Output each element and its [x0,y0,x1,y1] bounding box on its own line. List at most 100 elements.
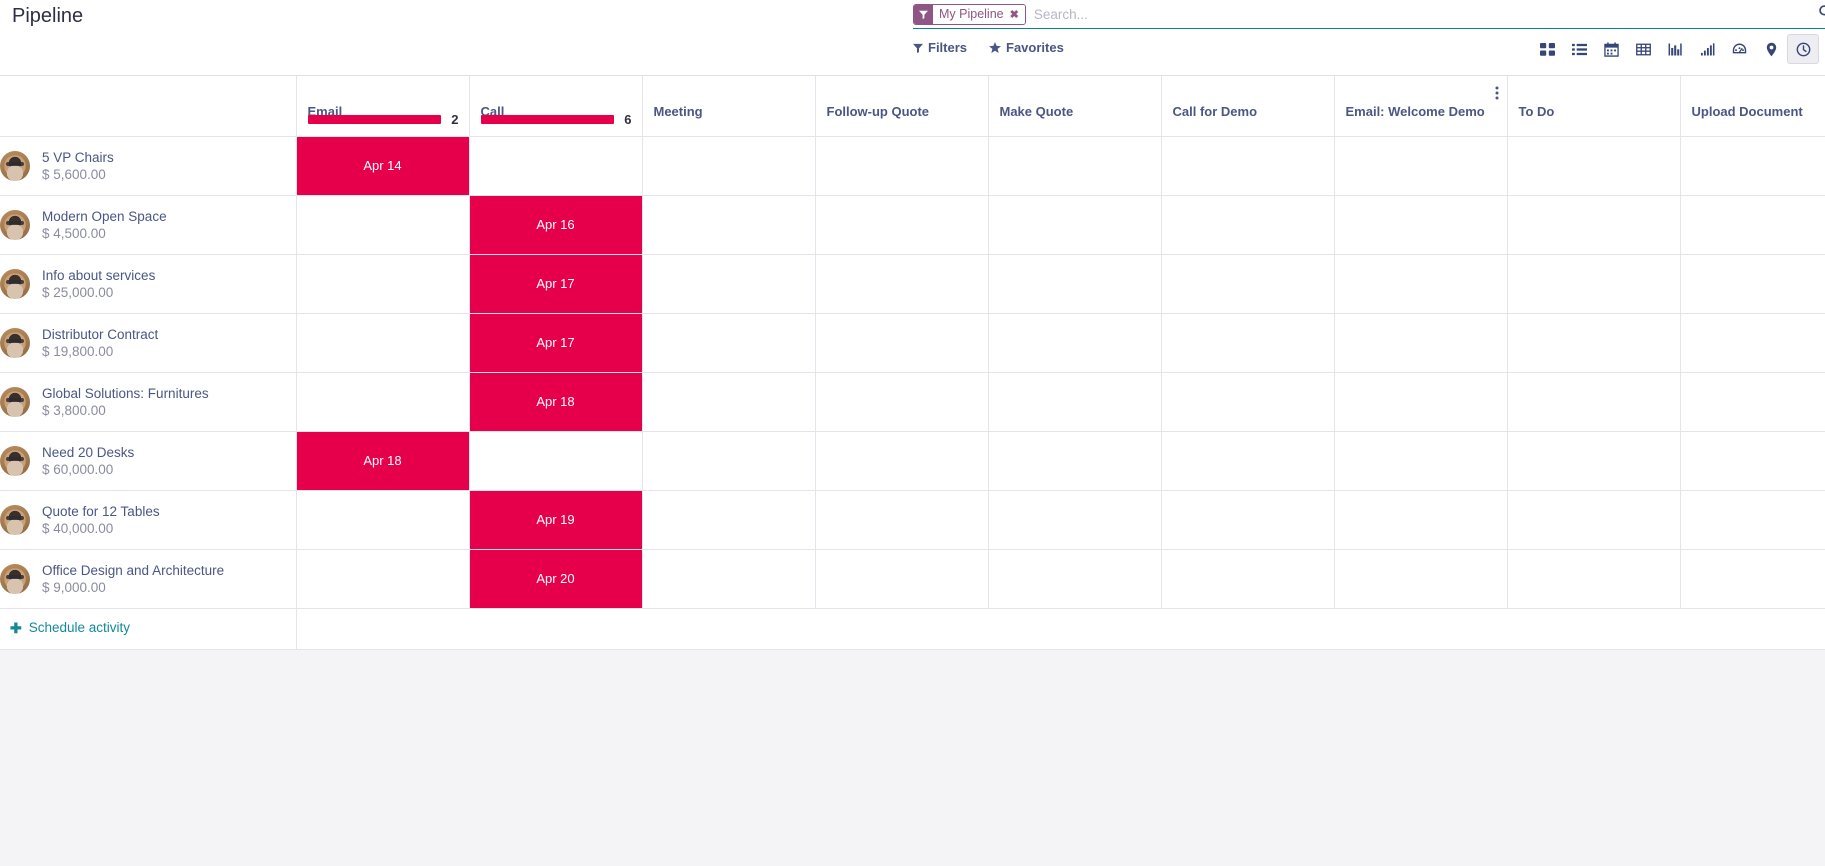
schedule-activity-button[interactable]: ✚ Schedule activity [0,620,130,635]
activity-cell-empty[interactable] [1333,489,1508,550]
activity-cell-scheduled[interactable]: Apr 19 [468,489,643,550]
activity-cell-empty[interactable] [468,430,643,491]
activity-cell-empty[interactable] [641,489,816,550]
activity-cell-empty[interactable] [1160,430,1335,491]
activity-cell-empty[interactable] [814,430,989,491]
activity-cell-empty[interactable] [1506,253,1681,314]
activity-cell-empty[interactable] [1333,194,1508,255]
activity-cell-empty[interactable] [1506,430,1681,491]
activity-cell-empty[interactable] [641,548,816,609]
activity-cell-empty[interactable] [987,548,1162,609]
activity-cell-empty[interactable] [814,312,989,373]
view-button-dashboard[interactable] [1723,34,1755,64]
activity-cell-empty[interactable] [295,548,470,609]
activity-cell-empty[interactable] [641,430,816,491]
activity-cell-empty[interactable] [1506,548,1681,609]
activity-cell-empty[interactable] [641,371,816,432]
activity-cell-empty[interactable] [641,312,816,373]
activity-cell-empty[interactable] [295,253,470,314]
search-facet-my-pipeline[interactable]: My Pipeline ✖ [913,3,1026,25]
activity-cell-empty[interactable] [814,548,989,609]
activity-cell-empty[interactable] [1506,489,1681,550]
activity-cell-empty[interactable] [1679,194,1825,255]
activity-cell-empty[interactable] [814,489,989,550]
activity-cell-empty[interactable] [987,253,1162,314]
activity-cell-scheduled[interactable]: Apr 18 [295,430,470,491]
record-cell[interactable]: Quote for 12 Tables $ 40,000.00 [0,489,297,550]
activity-cell-empty[interactable] [1506,135,1681,196]
view-button-list[interactable] [1563,34,1595,64]
activity-cell-empty[interactable] [1333,371,1508,432]
activity-cell-empty[interactable] [1160,371,1335,432]
activity-cell-empty[interactable] [641,194,816,255]
activity-cell-empty[interactable] [1160,312,1335,373]
activity-cell-empty[interactable] [1679,312,1825,373]
activity-cell-empty[interactable] [1679,489,1825,550]
activity-cell-empty[interactable] [814,135,989,196]
activity-cell-empty[interactable] [1160,194,1335,255]
activity-cell-empty[interactable] [987,135,1162,196]
activity-cell-empty[interactable] [1506,312,1681,373]
activity-cell-empty[interactable] [641,135,816,196]
activity-cell-empty[interactable] [1679,135,1825,196]
activity-cell-empty[interactable] [1333,430,1508,491]
view-button-cohort[interactable] [1691,34,1723,64]
progress-bar-track[interactable] [480,115,614,124]
activity-cell-empty[interactable] [1160,253,1335,314]
activity-cell-empty[interactable] [1160,489,1335,550]
activity-cell-scheduled[interactable]: Apr 17 [468,253,643,314]
activity-cell-empty[interactable] [987,371,1162,432]
record-cell[interactable]: Modern Open Space $ 4,500.00 [0,194,297,255]
activity-cell-scheduled[interactable]: Apr 14 [295,135,470,196]
activity-cell-empty[interactable] [1506,371,1681,432]
search-view[interactable]: My Pipeline ✖ [913,0,1825,29]
activity-cell-empty[interactable] [1679,371,1825,432]
view-button-graph[interactable] [1659,34,1691,64]
activity-cell-scheduled[interactable]: Apr 16 [468,194,643,255]
activity-cell-empty[interactable] [1160,548,1335,609]
view-button-activity[interactable] [1787,34,1819,64]
activity-cell-empty[interactable] [987,430,1162,491]
activity-cell-empty[interactable] [814,371,989,432]
activity-cell-empty[interactable] [814,253,989,314]
activity-cell-empty[interactable] [295,489,470,550]
activity-cell-scheduled[interactable]: Apr 20 [468,548,643,609]
view-button-calendar[interactable] [1595,34,1627,64]
record-cell[interactable]: Distributor Contract $ 19,800.00 [0,312,297,373]
record-cell[interactable]: Need 20 Desks $ 60,000.00 [0,430,297,491]
activity-cell-empty[interactable] [1333,312,1508,373]
activity-cell-empty[interactable] [1679,548,1825,609]
activity-cell-empty[interactable] [1506,194,1681,255]
activity-cell-empty[interactable] [468,135,643,196]
search-icon[interactable] [1818,4,1825,24]
activity-cell-empty[interactable] [641,253,816,314]
activity-cell-empty[interactable] [1679,253,1825,314]
activity-cell-empty[interactable] [295,371,470,432]
search-input[interactable] [1029,6,1825,22]
favorites-dropdown-button[interactable]: Favorites [989,40,1064,55]
filters-dropdown-button[interactable]: Filters [913,40,967,55]
activity-cell-empty[interactable] [1333,135,1508,196]
view-button-pivot[interactable] [1627,34,1659,64]
activity-cell-empty[interactable] [1679,430,1825,491]
activity-cell-empty[interactable] [1333,548,1508,609]
record-cell[interactable]: Global Solutions: Furnitures $ 3,800.00 [0,371,297,432]
column-options-icon[interactable] [1495,86,1499,102]
activity-cell-empty[interactable] [1160,135,1335,196]
activity-cell-empty[interactable] [814,194,989,255]
progress-bar-track[interactable] [307,115,441,124]
record-cell[interactable]: Office Design and Architecture $ 9,000.00 [0,548,297,609]
view-button-map[interactable] [1755,34,1787,64]
activity-cell-empty[interactable] [1333,253,1508,314]
record-cell[interactable]: Info about services $ 25,000.00 [0,253,297,314]
activity-cell-empty[interactable] [987,489,1162,550]
activity-cell-empty[interactable] [987,194,1162,255]
activity-cell-empty[interactable] [295,194,470,255]
activity-cell-scheduled[interactable]: Apr 17 [468,312,643,373]
view-button-kanban[interactable] [1531,34,1563,64]
activity-cell-empty[interactable] [987,312,1162,373]
record-cell[interactable]: 5 VP Chairs $ 5,600.00 [0,135,297,196]
activity-cell-scheduled[interactable]: Apr 18 [468,371,643,432]
activity-cell-empty[interactable] [295,312,470,373]
close-icon[interactable]: ✖ [1007,4,1025,24]
